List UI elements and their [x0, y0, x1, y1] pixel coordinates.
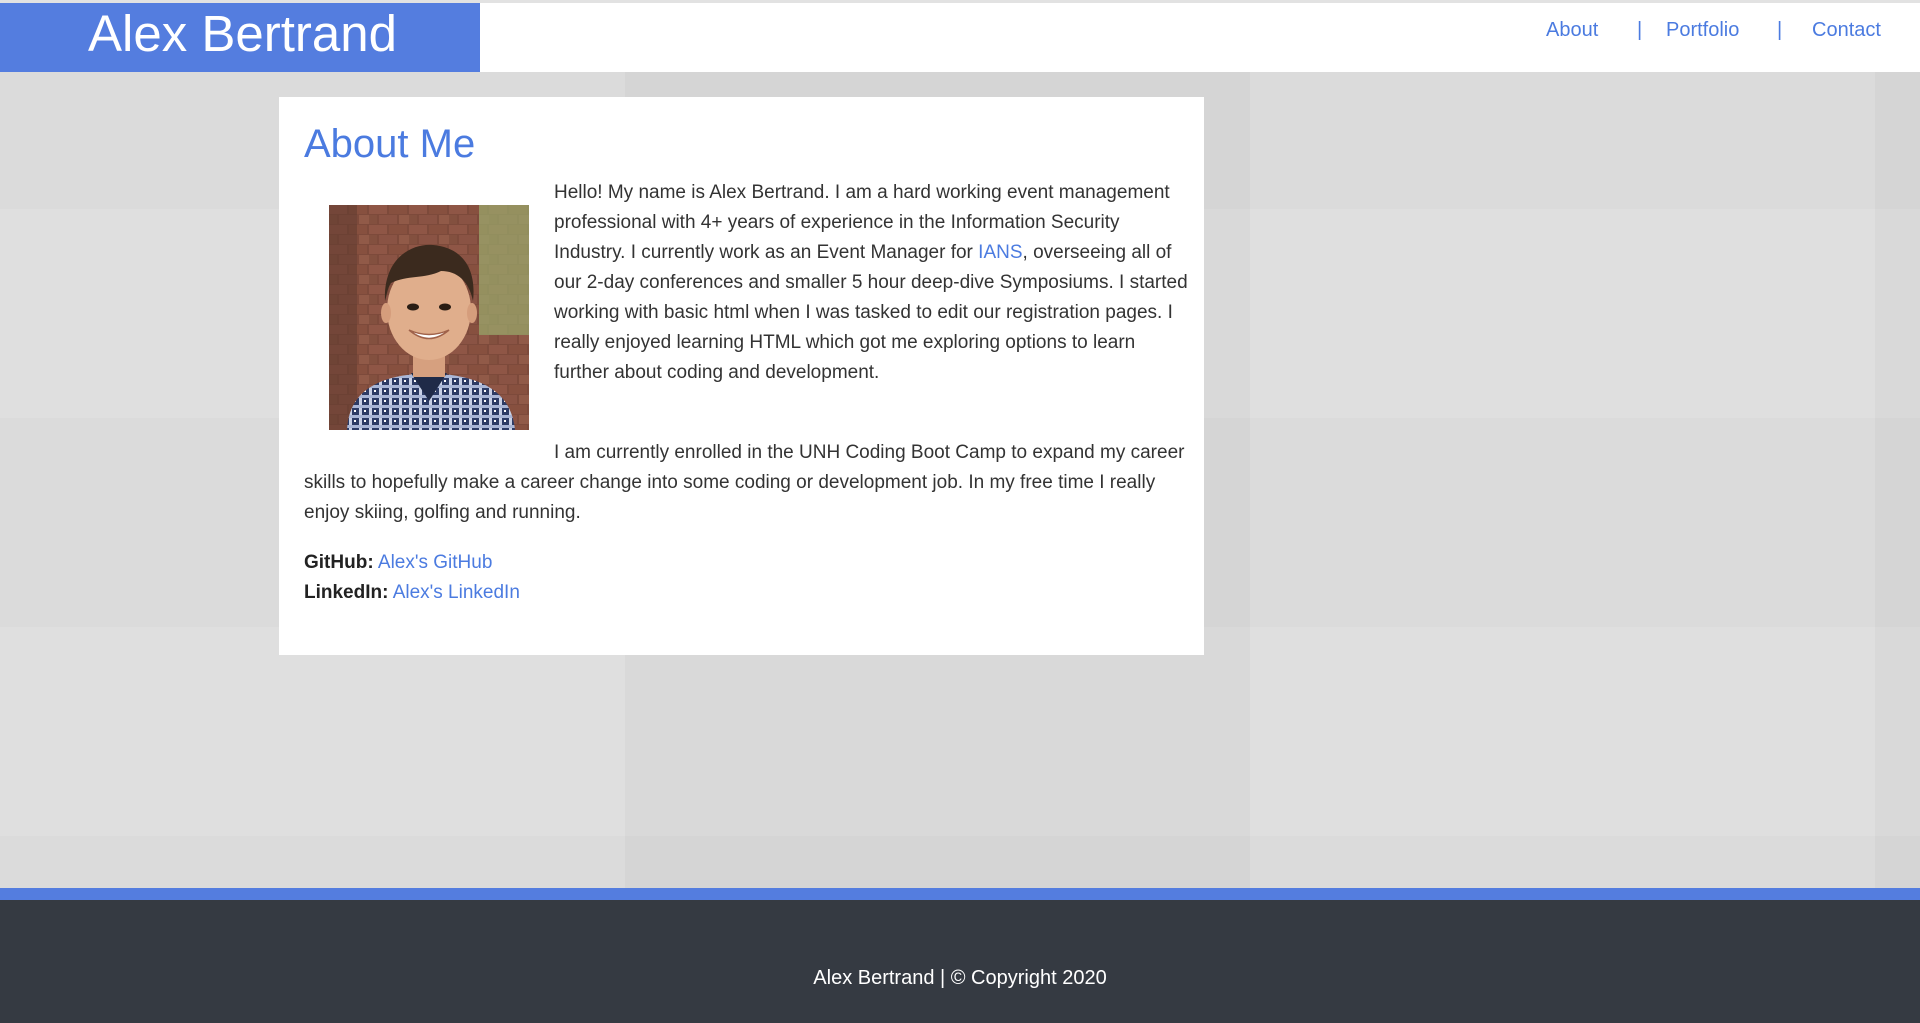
footer-accent-stripe [0, 888, 1920, 900]
linkedin-label: LinkedIn: [304, 582, 389, 603]
site-header: Alex Bertrand About | Portfolio | Contac… [0, 0, 1920, 72]
nav-separator-char: | [1777, 19, 1783, 41]
github-label: GitHub: [304, 552, 374, 573]
nav-about[interactable]: About [1546, 17, 1598, 43]
profile-photo [329, 205, 529, 430]
nav-portfolio-label[interactable]: Portfolio [1666, 19, 1739, 41]
nav-separator: | [1777, 17, 1782, 43]
site-footer: Alex Bertrand | © Copyright 2020 [0, 900, 1920, 1023]
social-links: GitHub: Alex's GitHub LinkedIn: Alex's L… [304, 548, 904, 608]
nav-contact-label[interactable]: Contact [1812, 19, 1881, 41]
nav-contact[interactable]: Contact [1812, 17, 1881, 43]
brand-name[interactable]: Alex Bertrand [88, 6, 397, 62]
linkedin-link[interactable]: Alex's LinkedIn [393, 582, 520, 603]
github-link[interactable]: Alex's GitHub [378, 552, 493, 573]
page-title: About Me [304, 122, 476, 166]
about-card: About Me Hello! My name is Alex Bertrand… [279, 97, 1204, 655]
about-paragraph-1: Hello! My name is Alex Bertrand. I am a … [554, 178, 1189, 388]
profile-photo-illustration [329, 205, 529, 430]
brand-block: Alex Bertrand [0, 3, 480, 72]
about-paragraph-1-text-b: , overseeing all of our 2-day conference… [554, 242, 1188, 383]
nav-separator: | [1637, 17, 1642, 43]
nav-portfolio[interactable]: Portfolio [1666, 17, 1739, 43]
linkedin-row: LinkedIn: Alex's LinkedIn [304, 578, 904, 608]
nav-about-label[interactable]: About [1546, 19, 1598, 41]
github-row: GitHub: Alex's GitHub [304, 548, 904, 578]
nav-separator-char: | [1637, 19, 1643, 41]
about-paragraph-2: I am currently enrolled in the UNH Codin… [304, 442, 1185, 523]
ians-link[interactable]: IANS [978, 242, 1022, 263]
footer-copyright: Alex Bertrand | © Copyright 2020 [813, 967, 1107, 989]
